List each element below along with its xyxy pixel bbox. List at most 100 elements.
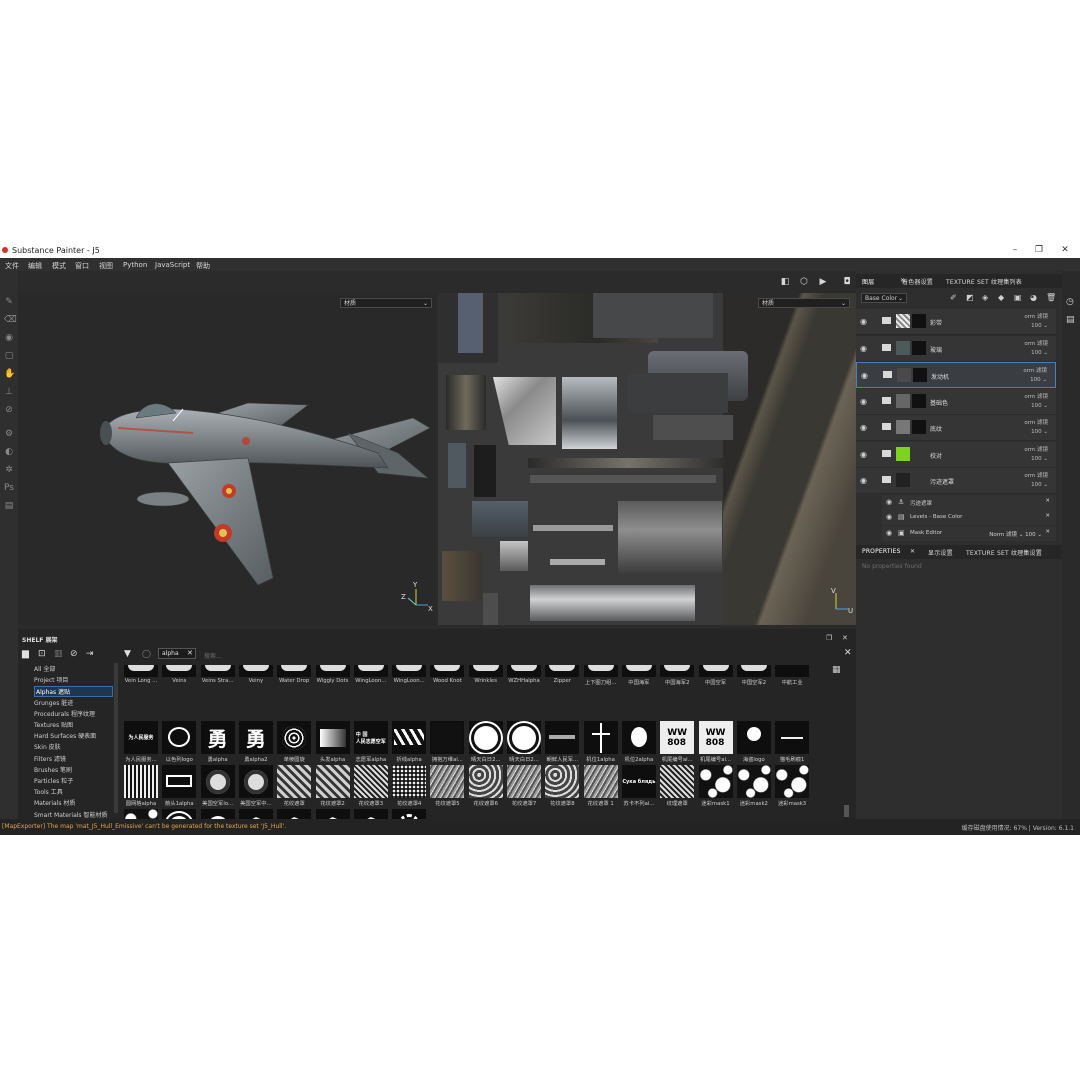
menu-file[interactable]: 文件 bbox=[5, 261, 19, 271]
layer-opacity[interactable]: 100 ⌄ bbox=[1031, 429, 1048, 435]
alpha-tile[interactable]: 迷彩mask3 bbox=[775, 765, 810, 807]
alpha-tile[interactable]: 以色列logo bbox=[162, 721, 197, 763]
tab-texture-set-list[interactable]: TEXTURE SET 纹理集列表 bbox=[946, 277, 1022, 286]
layer-blend-mode[interactable]: orm 滤镜 bbox=[1024, 471, 1048, 479]
fill-layer-icon[interactable]: ◆ bbox=[998, 293, 1004, 302]
layer-opacity[interactable]: 100 ⌄ bbox=[1031, 350, 1048, 356]
alpha-tile[interactable]: 机位2alpha bbox=[621, 721, 656, 763]
shelf-close-icon[interactable]: ✕ bbox=[842, 634, 848, 642]
alpha-tile[interactable]: 为人民服务 为人民服务... bbox=[124, 721, 158, 763]
menu-edit[interactable]: 编辑 bbox=[28, 261, 42, 271]
layer-blend-mode[interactable]: orm 滤镜 bbox=[1024, 392, 1048, 400]
shelf-category-item[interactable]: Smart Materials 智能材质 bbox=[34, 810, 107, 819]
menu-mode[interactable]: 模式 bbox=[52, 261, 66, 271]
alpha-tile[interactable]: 晴天白日2... bbox=[507, 721, 541, 763]
filter-chip[interactable]: alpha ✕ bbox=[158, 648, 196, 659]
shelf-category-item[interactable]: Filters 滤镜 bbox=[34, 754, 66, 763]
shelf-category-item[interactable]: Brushes 笔刷 bbox=[34, 765, 72, 774]
log-icon[interactable]: ▤ bbox=[1066, 315, 1075, 325]
alpha-tile[interactable]: 中国海军 bbox=[621, 665, 656, 697]
layer-row[interactable]: ◉ 基础色 orm 滤镜 100 ⌄ bbox=[856, 388, 1056, 415]
cube-view-icon[interactable]: ⬡ bbox=[799, 277, 809, 287]
smudge-icon[interactable]: ✋ bbox=[4, 369, 15, 379]
shelf-category-item[interactable]: Grunges 脏迹 bbox=[34, 698, 73, 707]
alpha-tile[interactable]: Wiggly Dots bbox=[315, 665, 350, 697]
new-folder-icon[interactable]: ⊡ bbox=[38, 649, 46, 659]
alpha-tile[interactable]: 单棱圆旋 bbox=[277, 721, 312, 763]
eye-icon[interactable]: ◉ bbox=[886, 498, 892, 506]
layer-blend-mode[interactable]: orm 滤镜 bbox=[1024, 418, 1048, 426]
alpha-tile[interactable]: 花纹遮罩3 bbox=[353, 765, 388, 807]
add-mask-icon[interactable]: ◩ bbox=[966, 293, 974, 302]
shelf-category-item[interactable]: Hard Surfaces 硬表面 bbox=[34, 731, 96, 740]
eye-icon[interactable]: ◉ bbox=[860, 344, 867, 353]
tab-properties[interactable]: PROPERTIES bbox=[862, 548, 901, 555]
layer-mask-thumbnail[interactable] bbox=[912, 314, 926, 328]
alpha-tile[interactable]: 箭头1alpha bbox=[162, 765, 197, 807]
alpha-tile[interactable]: 花纹遮罩7 bbox=[507, 765, 541, 807]
shelf-float-icon[interactable]: ❐ bbox=[826, 634, 832, 642]
alpha-tile[interactable]: 朝鲜人民军... bbox=[545, 721, 580, 763]
alpha-tile[interactable]: 迷彩mask1 bbox=[698, 765, 733, 807]
tab-texture-set-settings[interactable]: TEXTURE SET 纹理集设置 bbox=[966, 548, 1042, 557]
camera-settings-icon[interactable]: ✲ bbox=[4, 465, 14, 475]
alpha-tile[interactable]: WZHHalpha bbox=[507, 665, 541, 697]
eye-icon[interactable]: ◉ bbox=[886, 529, 892, 537]
add-layer-icon[interactable]: ◈ bbox=[982, 293, 988, 302]
trash-icon[interactable]: 🗑 bbox=[1046, 293, 1056, 302]
alpha-tile[interactable]: 勇勇alpha bbox=[200, 721, 235, 763]
shelf-scrollbar[interactable] bbox=[844, 805, 849, 817]
smart-mask-icon[interactable]: ◕ bbox=[1030, 293, 1037, 302]
layer-opacity[interactable]: 100 ⌄ bbox=[1031, 403, 1048, 409]
layer-effect-row[interactable]: ◉ ▤ Levels - Base Color ✕ bbox=[882, 510, 1056, 525]
alpha-tile[interactable]: 美国空军中... bbox=[238, 765, 273, 807]
layer-mask-thumbnail[interactable] bbox=[912, 420, 926, 434]
layer-row[interactable]: ◉ 污迹遮罩 orm 滤镜 100 ⌄ bbox=[856, 468, 1056, 494]
photoshop-export-icon[interactable]: Ps bbox=[4, 483, 14, 493]
settings-gear-icon[interactable]: ⚙ bbox=[4, 429, 14, 439]
alpha-tile[interactable]: 中航工业中航工业 bbox=[775, 665, 810, 697]
alpha-tile[interactable]: 猫毛刷痕1 bbox=[775, 721, 810, 763]
log-document-icon[interactable]: ▤ bbox=[4, 501, 14, 511]
eye-icon[interactable]: ◉ bbox=[860, 450, 867, 459]
folder-add-icon[interactable]: ▣ bbox=[1014, 293, 1022, 302]
alpha-tile[interactable]: 花纹遮罩6 bbox=[468, 765, 503, 807]
display-icon[interactable]: ◐ bbox=[4, 447, 14, 457]
alpha-tile[interactable]: 拥抱万维al... bbox=[430, 721, 465, 763]
projection-icon[interactable]: ◉ bbox=[4, 333, 14, 343]
eye-icon[interactable]: ◉ bbox=[860, 423, 867, 432]
layer-effect-row[interactable]: ◉ ⚓ 污迹遮罩 ✕ bbox=[882, 494, 1056, 510]
close-properties-icon[interactable]: ✕ bbox=[910, 548, 915, 555]
alpha-tile[interactable]: Water Drop bbox=[277, 665, 312, 697]
alpha-tile[interactable]: Veins bbox=[162, 665, 197, 697]
alpha-tile[interactable]: 晴天白日2... bbox=[468, 721, 503, 763]
alpha-tile[interactable]: Wood Knot bbox=[430, 665, 465, 697]
alpha-tile[interactable]: 花纹遮罩4 bbox=[392, 765, 427, 807]
shelf-category-item[interactable]: Tools 工具 bbox=[34, 787, 63, 796]
alpha-tile[interactable]: 中国空军 bbox=[698, 665, 733, 697]
layer-opacity[interactable]: 100 ⌄ bbox=[1030, 377, 1047, 383]
save-icon[interactable]: ▥ bbox=[54, 649, 63, 659]
layer-blend-mode[interactable]: orm 滤镜 bbox=[1024, 445, 1048, 453]
viewport-2d-channel-select[interactable]: 材质 ⌄ bbox=[758, 298, 850, 308]
layer-row[interactable]: ◉ 发动机 orm 滤镜 100 ⌄ bbox=[856, 362, 1056, 388]
layer-row[interactable]: ◉ 底纹 orm 滤镜 100 ⌄ bbox=[856, 415, 1056, 441]
alpha-tile[interactable]: 圆网格alpha bbox=[124, 765, 158, 807]
import-icon[interactable]: ⇥ bbox=[86, 649, 94, 659]
alpha-tile[interactable]: 花纹遮罩8 bbox=[545, 765, 580, 807]
camera-icon[interactable]: ▶ bbox=[818, 277, 828, 287]
paint-brush-icon[interactable]: ✎ bbox=[4, 297, 14, 307]
alpha-tile[interactable]: Zipper bbox=[545, 665, 580, 697]
eye-icon[interactable]: ◉ bbox=[861, 371, 868, 380]
menu-window[interactable]: 窗口 bbox=[75, 261, 89, 271]
alpha-tile[interactable]: 中国海军2 bbox=[660, 665, 695, 697]
menu-view[interactable]: 视图 bbox=[99, 261, 113, 271]
history-icon[interactable]: ◷ bbox=[1066, 297, 1074, 307]
folder-icon[interactable]: ▆ bbox=[22, 649, 29, 659]
remove-filter-icon[interactable]: ✕ bbox=[187, 649, 193, 657]
alpha-tile[interactable]: 花纹遮罩2 bbox=[315, 765, 350, 807]
menu-help[interactable]: 帮助 bbox=[196, 261, 210, 271]
alpha-tile[interactable]: 勇勇alpha2 bbox=[238, 721, 273, 763]
viewport-2d-uv[interactable]: 材质 ⌄ V U bbox=[438, 293, 856, 625]
layer-blend-mode[interactable]: orm 滤镜 bbox=[1024, 339, 1048, 347]
